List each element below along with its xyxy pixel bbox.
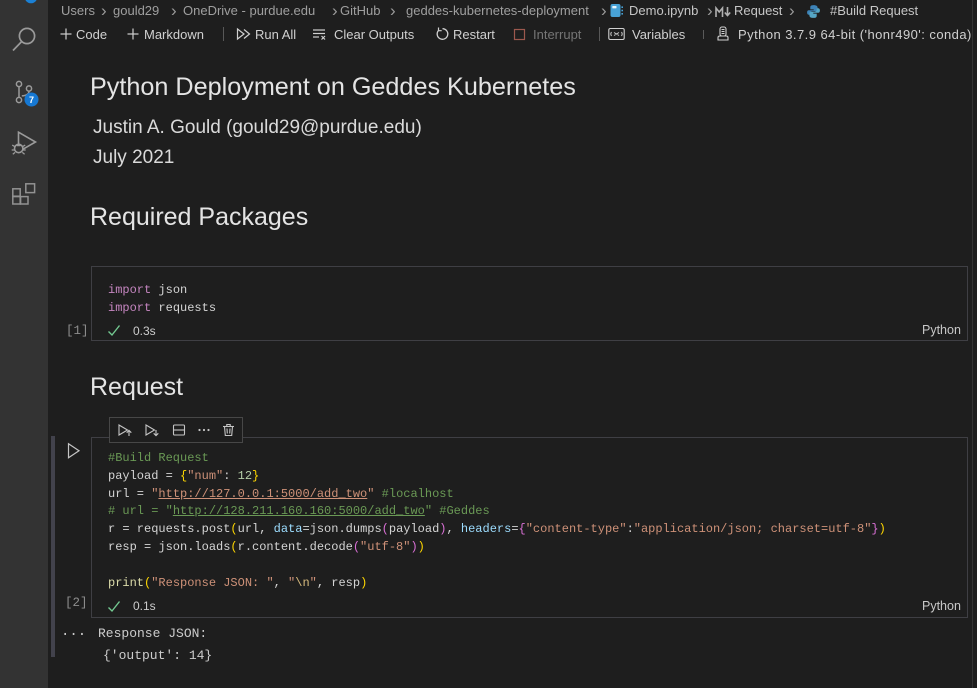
svg-text:7: 7 [29,95,34,105]
